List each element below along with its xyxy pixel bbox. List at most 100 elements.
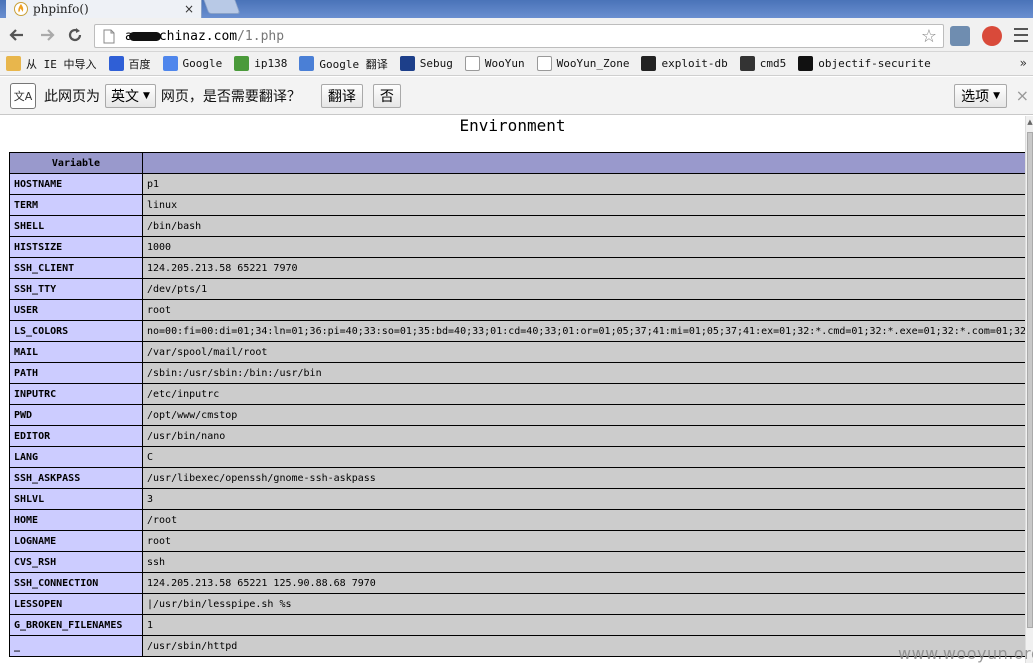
translate-suffix-text: 网页，是否需要翻译？ xyxy=(160,88,301,105)
php-flame-icon xyxy=(14,2,28,16)
table-row: HOSTNAME p1 xyxy=(9,173,1025,195)
bookmark-label: 百度 xyxy=(128,57,151,71)
bookmark-item[interactable]: ip138 xyxy=(234,56,287,71)
bookmark-item[interactable]: objectif-securite xyxy=(798,56,931,71)
back-arrow-icon[interactable] xyxy=(6,24,28,46)
table-row: LS_COLORS no=00:fi=00:di=01;34:ln=01;36:p… xyxy=(9,320,1025,342)
variable-name-cell: SSH_CLIENT xyxy=(9,257,143,279)
variable-name-cell: SSH_ASKPASS xyxy=(9,467,143,489)
tab-phpinfo[interactable]: phpinfo() × xyxy=(6,0,202,18)
table-row: _/usr/sbin/httpd xyxy=(9,635,1025,657)
variable-value-cell: linux xyxy=(142,194,1025,216)
table-header-row: Variable xyxy=(9,152,1025,174)
bookmark-label: exploit-db xyxy=(661,57,728,70)
variable-value-cell: /sbin:/usr/sbin:/bin:/usr/bin xyxy=(142,362,1025,384)
redaction-mark xyxy=(128,31,161,41)
bookmarks-overflow-icon[interactable]: » xyxy=(1020,56,1027,70)
variable-name-cell: LANG xyxy=(9,446,143,468)
translate-prefix-text: 此网页为 xyxy=(44,88,100,105)
forward-arrow-icon[interactable] xyxy=(36,24,58,46)
scrollbar-thumb[interactable] xyxy=(1027,132,1033,628)
options-button[interactable]: 选项 ▼ xyxy=(954,84,1007,108)
source-language-label: 英文 xyxy=(111,88,139,105)
bookmark-label: WooYun_Zone xyxy=(556,57,630,70)
no-translate-button[interactable]: 否 xyxy=(372,83,401,108)
tab-strip: phpinfo() × xyxy=(0,0,1033,18)
table-row: G_BROKEN_FILENAMES 1 xyxy=(9,614,1025,636)
url-text[interactable]: achinaz.com/1.php xyxy=(125,29,284,44)
source-language-select[interactable]: 英文 ▼ xyxy=(105,83,156,108)
bookmark-item[interactable]: cmd5 xyxy=(739,56,786,71)
page-title: Environment xyxy=(459,116,566,135)
bookmark-item[interactable]: Google 翻译 xyxy=(299,56,388,72)
variable-name-cell: HOSTNAME xyxy=(9,173,143,195)
table-row: LESSOPEN |/usr/bin/lesspipe.sh %s xyxy=(9,593,1025,615)
page-content: Environment Variable HOSTNAME p1 TERM linux… xyxy=(0,116,1025,663)
variable-name-cell: PATH xyxy=(9,362,143,384)
variable-value-cell: p1 xyxy=(142,173,1025,195)
variable-value-cell: 124.205.213.58 65221 125.90.88.68 7970 xyxy=(142,572,1025,594)
exploit-db-icon xyxy=(641,56,657,71)
variable-name-cell: TERM xyxy=(9,194,143,216)
translate-button[interactable]: 翻译 xyxy=(320,83,363,108)
tab-title: phpinfo() xyxy=(33,2,89,16)
vertical-scrollbar[interactable]: ▲ xyxy=(1025,116,1033,663)
table-row: SHLVL 3 xyxy=(9,488,1025,510)
translate-infobar: 文A 此网页为 英文 ▼ 网页，是否需要翻译？ 翻译 否 选项 ▼ × xyxy=(0,77,1033,115)
variable-name-cell: HOME xyxy=(9,509,143,531)
variable-value-cell: /opt/www/cmstop xyxy=(142,404,1025,426)
bookmark-item[interactable]: 百度 xyxy=(108,56,151,72)
variable-value-cell: /usr/bin/nano xyxy=(142,425,1025,447)
table-row: EDITOR/usr/bin/nano xyxy=(9,425,1025,447)
bookmark-item[interactable]: exploit-db xyxy=(641,56,728,71)
variable-name-cell: PWD xyxy=(9,404,143,426)
variable-value-cell: 1 xyxy=(142,614,1025,636)
variable-value-cell: 124.205.213.58 65221 7970 xyxy=(142,257,1025,279)
variable-name-cell: USER xyxy=(9,299,143,321)
variable-value-cell: /dev/pts/1 xyxy=(142,278,1025,300)
variable-name-cell: MAIL xyxy=(9,341,143,363)
variable-value-cell: /usr/libexec/openssh/gnome-ssh-askpass xyxy=(142,467,1025,489)
variable-value-cell: |/usr/bin/lesspipe.sh %s xyxy=(142,593,1025,615)
bookmark-star-icon[interactable]: ☆ xyxy=(921,26,937,47)
table-row: MAIL/var/spool/mail/root xyxy=(9,341,1025,363)
variable-value-cell: /root xyxy=(142,509,1025,531)
variable-name-cell: EDITOR xyxy=(9,425,143,447)
bookmark-label: 从 IE 中导入 xyxy=(26,57,97,71)
variable-value-cell: no=00:fi=00:di=01;34:ln=01;36:pi=40;33:s… xyxy=(142,320,1025,342)
variable-value-cell: 1000 xyxy=(142,236,1025,258)
translate-icon: 文A xyxy=(10,82,36,109)
folder-icon xyxy=(6,56,21,71)
table-row: USER root xyxy=(9,299,1025,321)
bookmark-item[interactable]: Google xyxy=(162,56,223,71)
table-row: SSH_ASKPASS/usr/libexec/openssh/gnome-ss… xyxy=(9,467,1025,489)
address-bar[interactable]: achinaz.com/1.php ☆ xyxy=(94,24,944,48)
variable-value-cell: /var/spool/mail/root xyxy=(142,341,1025,363)
bookmark-item[interactable]: 从 IE 中导入 xyxy=(6,56,97,72)
close-infobar-icon[interactable]: × xyxy=(1016,86,1029,105)
bookmark-item[interactable]: WooYun xyxy=(464,56,525,71)
bookmark-label: WooYun xyxy=(484,57,525,70)
variable-name-cell: SSH_CONNECTION xyxy=(9,572,143,594)
ip138-icon xyxy=(234,56,250,71)
scroll-up-arrow-icon[interactable]: ▲ xyxy=(1026,118,1033,128)
bookmark-label: Google xyxy=(182,57,223,70)
extension-monitor-icon[interactable] xyxy=(950,26,970,46)
reload-icon[interactable] xyxy=(64,24,86,46)
table-row: INPUTRC/etc/inputrc xyxy=(9,383,1025,405)
table-row: SSH_CLIENT 124.205.213.58 65221 7970 xyxy=(9,257,1025,279)
table-row: CVS_RSH ssh xyxy=(9,551,1025,573)
page-icon xyxy=(464,56,480,71)
new-tab-button[interactable] xyxy=(203,0,241,14)
bookmark-item[interactable]: Sebug xyxy=(399,56,453,71)
google-icon xyxy=(162,56,178,71)
variable-name-cell: SHLVL xyxy=(9,488,143,510)
bookmark-item[interactable]: WooYun_Zone xyxy=(536,56,630,71)
chrome-menu-icon[interactable] xyxy=(1014,28,1028,42)
table-row: PATH/sbin:/usr/sbin:/bin:/usr/bin xyxy=(9,362,1025,384)
tab-close-icon[interactable]: × xyxy=(183,2,195,16)
extension-santa-icon[interactable] xyxy=(982,26,1002,46)
variable-name-cell: LS_COLORS xyxy=(9,320,143,342)
variable-value-cell: /etc/inputrc xyxy=(142,383,1025,405)
variable-value-cell: ssh xyxy=(142,551,1025,573)
